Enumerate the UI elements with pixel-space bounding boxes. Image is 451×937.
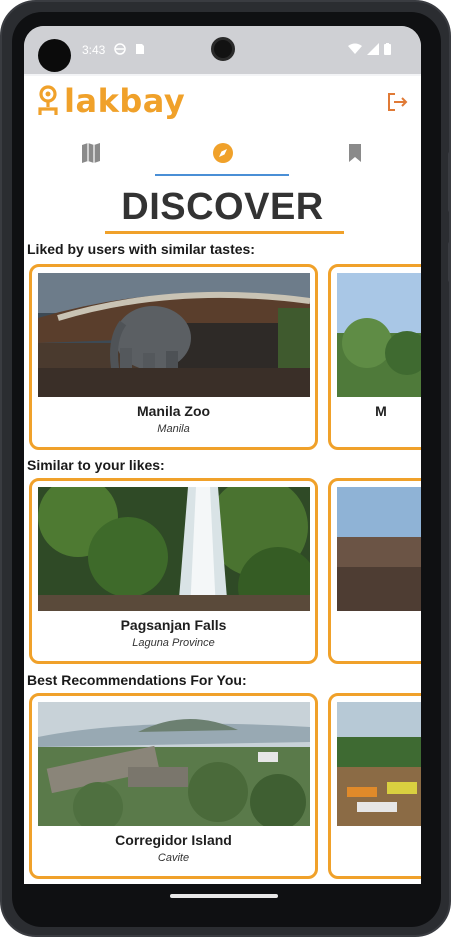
title-underline (105, 231, 344, 234)
home-gesture-pill[interactable] (170, 894, 278, 898)
place-image-partial (337, 487, 421, 611)
logo-text: lakbay (64, 82, 186, 120)
status-bar: 3:43 (24, 26, 421, 74)
punch-hole-camera (38, 39, 71, 72)
signal-icon (367, 43, 379, 55)
place-name: Manila Zoo (136, 403, 211, 419)
place-image-partial (337, 273, 421, 397)
place-image-corregidor-island (38, 702, 310, 826)
status-time: 3:43 (82, 43, 106, 57)
logout-icon[interactable] (385, 90, 409, 114)
place-card-manila-zoo[interactable]: Manila Zoo Manila (29, 264, 318, 450)
front-camera (211, 37, 235, 61)
section-title-best-recommendations: Best Recommendations For You: (27, 672, 247, 688)
app-screen: 3:43 lakbay DISCOVER Liked by users with… (24, 26, 421, 884)
place-location: Manila (157, 423, 190, 435)
location-pin-icon (38, 85, 58, 115)
section-title-similar-tastes: Liked by users with similar tastes: (27, 241, 255, 257)
wifi-icon (348, 43, 362, 54)
carousel-best-recommendations[interactable]: Corregidor Island Cavite (29, 693, 421, 879)
sim-card-icon (136, 44, 144, 54)
discover-content[interactable]: Liked by users with similar tastes: Mani… (24, 238, 421, 884)
place-card-partial[interactable]: M (328, 264, 421, 450)
page-title: DISCOVER (121, 186, 324, 228)
carousel-similar-likes[interactable]: Pagsanjan Falls Laguna Province (29, 478, 421, 664)
carousel-similar-tastes[interactable]: Manila Zoo Manila M (29, 264, 421, 450)
battery-icon (384, 43, 391, 55)
status-right-icons (348, 43, 391, 55)
place-name: Corregidor Island (115, 832, 232, 848)
tab-bar (24, 126, 421, 180)
section-title-similar-likes: Similar to your likes: (27, 457, 165, 473)
bookmark-icon[interactable] (342, 140, 368, 166)
app-header: lakbay (24, 76, 421, 126)
compass-icon[interactable] (210, 140, 236, 166)
place-image-manila-zoo (38, 273, 310, 397)
app-logo[interactable]: lakbay (38, 82, 185, 120)
place-card-pagsanjan-falls[interactable]: Pagsanjan Falls Laguna Province (29, 478, 318, 664)
place-image-partial (337, 702, 421, 826)
place-card-corregidor-island[interactable]: Corregidor Island Cavite (29, 693, 318, 879)
place-name: Pagsanjan Falls (120, 617, 227, 633)
title-section: DISCOVER (24, 180, 421, 238)
place-image-pagsanjan-falls (38, 487, 310, 611)
place-card-partial[interactable] (328, 478, 421, 664)
map-icon[interactable] (78, 140, 104, 166)
sync-icon (114, 43, 126, 55)
place-card-partial[interactable] (328, 693, 421, 879)
place-name: M (375, 403, 387, 419)
place-location: Laguna Province (132, 637, 215, 649)
place-location: Cavite (157, 852, 190, 864)
active-tab-indicator (155, 174, 289, 176)
